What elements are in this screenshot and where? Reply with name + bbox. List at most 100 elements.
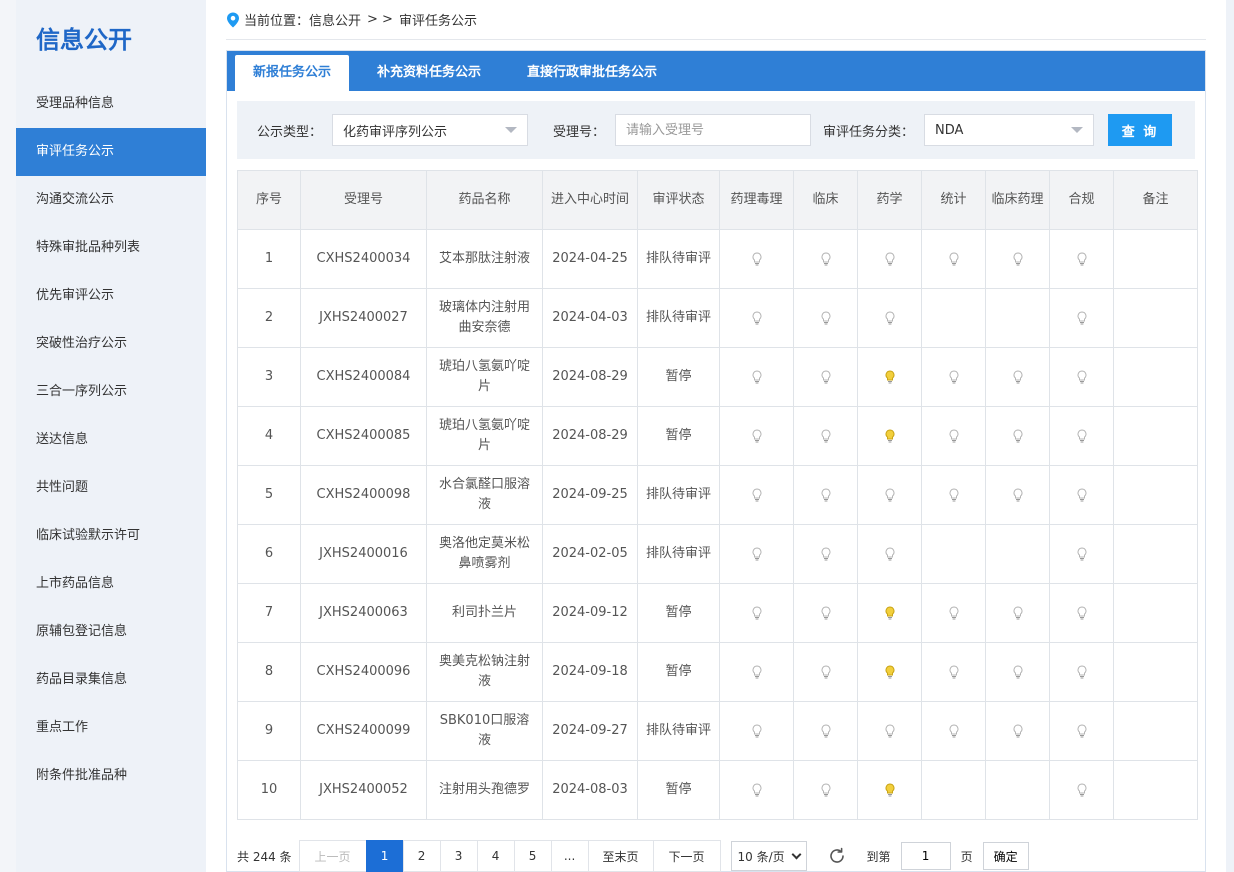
review-status-cell: 暂停 xyxy=(637,760,720,820)
table-row: 2 JXHS2400027 玻璃体内注射用曲安奈德 2024-04-03 排队待审评 xyxy=(237,288,1198,348)
remark-cell xyxy=(1113,701,1198,761)
review-status-cell: 排队待审评 xyxy=(637,465,720,525)
lightbulb-on-icon xyxy=(884,369,896,384)
remark-cell xyxy=(1113,465,1198,525)
lightbulb-off-icon xyxy=(820,664,832,679)
page-size-value: 10 条/页 xyxy=(737,849,785,864)
next-page-button[interactable]: 下一页 xyxy=(652,840,721,872)
lightbulb-off-icon xyxy=(820,487,832,502)
sidebar-item[interactable]: 三合一序列公示 xyxy=(16,368,206,416)
page-number-button[interactable]: 1 xyxy=(365,840,404,872)
table-row: 8 CXHS2400096 奥美克松钠注射液 2024-09-18 暂停 xyxy=(237,642,1198,702)
lightbulb-off-icon xyxy=(820,251,832,266)
review-stage-cell xyxy=(719,701,794,761)
review-stage-cell xyxy=(719,406,794,466)
type-label: 公示类型： xyxy=(257,124,323,140)
sidebar-item[interactable]: 原辅包登记信息 xyxy=(16,608,206,656)
review-stage-cell xyxy=(793,229,858,289)
column-header: 受理号 xyxy=(300,170,427,230)
drug-name-cell: 奥美克松钠注射液 xyxy=(426,642,543,702)
lightbulb-off-icon xyxy=(948,605,960,620)
entry-date-cell: 2024-09-25 xyxy=(542,465,638,525)
review-stage-cell xyxy=(985,524,1050,584)
breadcrumb-prefix: 当前位置： xyxy=(244,14,310,29)
lightbulb-off-icon xyxy=(1076,487,1088,502)
sidebar-item[interactable]: 沟通交流公示 xyxy=(16,176,206,224)
sidebar-item[interactable]: 药品目录集信息 xyxy=(16,656,206,704)
sidebar-item[interactable]: 上市药品信息 xyxy=(16,560,206,608)
review-status-cell: 暂停 xyxy=(637,347,720,407)
breadcrumb: 当前位置： 信息公开 > > 审评任务公示 xyxy=(226,0,1206,40)
lightbulb-off-icon xyxy=(1076,782,1088,797)
tab-2[interactable]: 补充资料任务公示 xyxy=(359,55,499,91)
right-edge xyxy=(1226,0,1234,872)
lightbulb-off-icon xyxy=(820,723,832,738)
sidebar-item[interactable]: 共性问题 xyxy=(16,464,206,512)
sidebar-item[interactable]: 重点工作 xyxy=(16,704,206,752)
review-stage-cell xyxy=(1049,465,1114,525)
lightbulb-off-icon xyxy=(948,369,960,384)
goto-confirm-button[interactable]: 确定 xyxy=(982,842,1029,870)
category-select[interactable]: NDA xyxy=(924,114,1095,146)
breadcrumb-home[interactable]: 信息公开 xyxy=(309,10,361,29)
review-stage-cell xyxy=(793,701,858,761)
sidebar-item[interactable]: 受理品种信息 xyxy=(16,80,206,128)
lightbulb-off-icon xyxy=(1076,664,1088,679)
review-status-cell: 排队待审评 xyxy=(637,288,720,348)
page-number-button[interactable]: 3 xyxy=(439,840,478,872)
prev-page-button[interactable]: 上一页 xyxy=(298,840,367,872)
review-stage-cell xyxy=(1049,524,1114,584)
category-label: 审评任务分类： xyxy=(823,124,915,140)
refresh-icon[interactable] xyxy=(827,846,847,866)
drug-name-cell: 琥珀八氢氨吖啶片 xyxy=(426,347,543,407)
tab-3[interactable]: 直接行政审批任务公示 xyxy=(509,55,675,91)
acceptance-number-cell: JXHS2400063 xyxy=(300,583,427,643)
acceptance-number-cell: CXHS2400098 xyxy=(300,465,427,525)
tab-1[interactable]: 新报任务公示 xyxy=(235,55,350,91)
type-select[interactable]: 化药审评序列公示 xyxy=(332,114,529,146)
sidebar-item[interactable]: 特殊审批品种列表 xyxy=(16,224,206,272)
acceptance-input[interactable] xyxy=(615,114,812,146)
review-stage-cell xyxy=(985,465,1050,525)
goto-page-input[interactable] xyxy=(900,842,951,870)
review-stage-cell xyxy=(1049,642,1114,702)
column-header: 统计 xyxy=(921,170,986,230)
row-number-cell: 9 xyxy=(237,701,301,761)
remark-cell xyxy=(1113,642,1198,702)
table-header-row: 序号 受理号 药品名称 进入中心时间 审评状态 药理毒理 临床 药学 统计 临床药理 合规 备注 xyxy=(237,170,1198,230)
lightbulb-off-icon xyxy=(1012,487,1024,502)
table-row: 1 CXHS2400034 艾本那肽注射液 2024-04-25 排队待审评 xyxy=(237,229,1198,289)
review-stage-cell xyxy=(921,524,986,584)
review-stage-cell xyxy=(793,760,858,820)
sidebar-item[interactable]: 临床试验默示许可 xyxy=(16,512,206,560)
review-stage-cell xyxy=(921,465,986,525)
lightbulb-off-icon xyxy=(751,782,763,797)
sidebar-item[interactable]: 审评任务公示 xyxy=(16,128,206,176)
row-number-cell: 4 xyxy=(237,406,301,466)
query-button[interactable]: 查 询 xyxy=(1108,114,1173,146)
sidebar-item[interactable]: 送达信息 xyxy=(16,416,206,464)
lightbulb-off-icon xyxy=(948,428,960,443)
column-header: 药学 xyxy=(857,170,922,230)
lightbulb-off-icon xyxy=(820,369,832,384)
page-size-select[interactable]: 10 条/页 xyxy=(730,841,807,871)
caret-down-icon xyxy=(1071,127,1084,133)
row-number-cell: 7 xyxy=(237,583,301,643)
review-stage-cell xyxy=(1049,583,1114,643)
lightbulb-off-icon xyxy=(1076,605,1088,620)
page-number-button[interactable]: 4 xyxy=(476,840,515,872)
last-page-button[interactable]: 至末页 xyxy=(587,840,654,872)
row-number-cell: 6 xyxy=(237,524,301,584)
page-number-button[interactable]: 2 xyxy=(402,840,441,872)
review-stage-cell xyxy=(793,406,858,466)
sidebar-item[interactable]: 附条件批准品种 xyxy=(16,752,206,800)
sidebar-item[interactable]: 优先审评公示 xyxy=(16,272,206,320)
review-status-cell: 暂停 xyxy=(637,642,720,702)
sidebar: 信息公开 受理品种信息 审评任务公示 沟通交流公示 特殊审批品种列表 优先审评公示 突破性… xyxy=(16,0,206,872)
entry-date-cell: 2024-09-27 xyxy=(542,701,638,761)
page-number-list: 12345 xyxy=(365,840,552,872)
sidebar-item[interactable]: 突破性治疗公示 xyxy=(16,320,206,368)
page-number-button[interactable]: 5 xyxy=(513,840,552,872)
review-stage-cell xyxy=(921,642,986,702)
acceptance-number-cell: CXHS2400099 xyxy=(300,701,427,761)
